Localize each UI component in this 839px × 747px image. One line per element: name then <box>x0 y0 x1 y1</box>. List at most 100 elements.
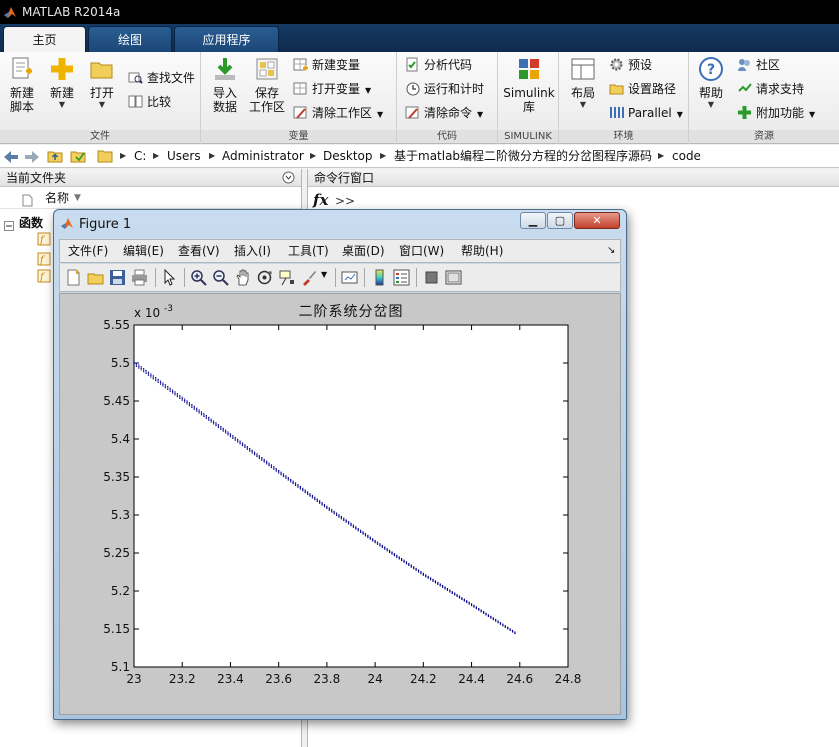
breadcrumb-item[interactable]: Administrator <box>222 145 304 167</box>
data-point <box>381 546 383 549</box>
print-icon[interactable] <box>131 269 148 286</box>
zoom-out-icon[interactable] <box>212 269 229 286</box>
add-ons-button[interactable]: 附加功能 ▼ <box>737 103 815 123</box>
clear-workspace-button[interactable]: 清除工作区 ▼ <box>293 103 383 123</box>
help-button[interactable]: ? 帮助 ▼ <box>693 56 729 110</box>
preferences-button[interactable]: 预设 <box>609 55 652 75</box>
data-point <box>237 441 239 443</box>
data-point <box>362 531 364 533</box>
menu-desktop[interactable]: 桌面(D) <box>342 240 385 262</box>
figure-canvas[interactable]: 23 23.2 23.4 23.6 23.8 24 24.2 24.4 24.6 24.8 5.1 5… <box>59 293 621 715</box>
request-support-button[interactable]: 请求支持 <box>737 79 804 99</box>
parallel-button[interactable]: Parallel ▼ <box>609 103 683 123</box>
breadcrumb-item[interactable]: Users <box>167 145 201 167</box>
data-point <box>454 592 456 594</box>
maximize-button[interactable]: ▢ <box>547 212 573 229</box>
new-script-button[interactable]: 新建 脚本 <box>4 56 40 114</box>
import-data-button[interactable]: 导入 数据 <box>205 56 245 114</box>
bifurcation-plot[interactable]: 23 23.2 23.4 23.6 23.8 24 24.2 24.4 24.6 24.85.15… <box>60 294 620 714</box>
layout-button[interactable]: 布局 ▼ <box>563 56 603 110</box>
data-cursor-icon[interactable] <box>278 269 295 286</box>
link-plot-icon[interactable] <box>341 269 358 286</box>
dock-arrow-icon[interactable]: ↘ <box>607 240 615 262</box>
toolbar-separator <box>364 268 365 287</box>
save-icon[interactable] <box>109 269 126 286</box>
function-file-icon[interactable]: f <box>37 232 51 249</box>
chevron-down-icon[interactable]: ▼ <box>321 270 327 279</box>
clear-commands-button[interactable]: 清除命令 ▼ <box>405 103 483 123</box>
tab-apps[interactable]: 应用程序 <box>174 26 279 52</box>
menu-insert[interactable]: 插入(I) <box>234 240 271 262</box>
hide-plot-tools-icon[interactable] <box>423 269 440 286</box>
fx-icon[interactable]: fx <box>313 191 328 209</box>
chevron-down-icon[interactable]: ▼ <box>377 110 383 119</box>
tab-plots[interactable]: 绘图 <box>88 26 172 52</box>
menu-help[interactable]: 帮助(H) <box>461 240 503 262</box>
forward-arrow-icon[interactable] <box>24 149 40 171</box>
data-point <box>335 512 338 514</box>
rotate-3d-icon[interactable] <box>256 269 273 286</box>
chevron-down-icon[interactable]: ▼ <box>677 110 683 119</box>
chevron-down-icon[interactable]: ▼ <box>809 110 815 119</box>
menu-tools[interactable]: 工具(T) <box>288 240 329 262</box>
data-point <box>439 583 441 585</box>
function-file-icon[interactable]: f <box>37 252 51 269</box>
menu-file[interactable]: 文件(F) <box>68 240 108 262</box>
show-plot-tools-icon[interactable] <box>445 269 462 286</box>
data-point <box>273 468 275 470</box>
data-point <box>150 376 152 378</box>
name-column-header[interactable]: 名称 ▼ <box>0 187 301 209</box>
colorbar-icon[interactable] <box>371 269 388 286</box>
breadcrumb-item[interactable]: code <box>672 145 701 167</box>
breadcrumb-item[interactable]: 基于matlab编程二阶微分方程的分岔图程序源码 <box>394 145 652 167</box>
breadcrumb-item[interactable]: C: <box>134 145 146 167</box>
data-point <box>249 449 251 451</box>
collapse-icon[interactable] <box>4 217 14 237</box>
chevron-down-icon[interactable]: ▼ <box>365 86 371 95</box>
open-button[interactable]: 打开 ▼ <box>84 56 120 110</box>
save-workspace-button[interactable]: 保存 工作区 <box>247 56 287 114</box>
data-point <box>299 488 301 490</box>
menu-window[interactable]: 窗口(W) <box>399 240 444 262</box>
new-variable-button[interactable]: 新建变量 <box>293 55 360 75</box>
breadcrumb-item[interactable]: Desktop <box>323 145 373 167</box>
find-files-button[interactable]: 查找文件 <box>128 68 195 88</box>
new-button[interactable]: 新建 ▼ <box>44 56 80 110</box>
function-file-icon[interactable]: f <box>37 269 51 286</box>
section-label-resources: 资源 <box>689 130 839 143</box>
pan-hand-icon[interactable] <box>234 269 251 286</box>
open-file-icon[interactable] <box>87 269 104 286</box>
up-folder-icon[interactable] <box>47 148 63 170</box>
functions-group-label: 函数 <box>19 216 44 230</box>
data-point <box>369 536 371 538</box>
community-button[interactable]: 社区 <box>737 55 780 75</box>
data-point <box>364 533 367 535</box>
analyze-code-label: 分析代码 <box>424 58 473 72</box>
back-arrow-icon[interactable] <box>3 149 19 171</box>
chevron-down-icon[interactable]: ▼ <box>477 110 483 119</box>
data-point <box>225 432 227 434</box>
data-point <box>294 484 297 486</box>
y-tick-label: 5.55 <box>103 318 130 332</box>
menu-edit[interactable]: 编辑(E) <box>123 240 164 262</box>
open-variable-button[interactable]: 打开变量 ▼ <box>293 79 371 99</box>
minimize-button[interactable]: ▁ <box>520 212 546 229</box>
tab-home[interactable]: 主页 <box>3 26 86 52</box>
figure-titlebar[interactable]: Figure 1 <box>60 214 131 236</box>
browse-folder-icon[interactable] <box>70 148 86 170</box>
data-point <box>210 421 212 423</box>
analyze-code-button[interactable]: 分析代码 <box>405 55 472 75</box>
brush-icon[interactable] <box>300 269 317 286</box>
ribbon-section-resources: ? 帮助 ▼ 社区 请求支持 附加功能 ▼ 资源 <box>689 52 839 144</box>
close-button[interactable]: ✕ <box>574 212 620 229</box>
run-and-time-button[interactable]: 运行和计时 <box>405 79 484 99</box>
menu-view[interactable]: 查看(V) <box>178 240 220 262</box>
figure-window[interactable]: Figure 1 ▁ ▢ ✕ 文件(F) 编辑(E) 查看(V) 插入(I) 工… <box>53 209 627 720</box>
legend-icon[interactable] <box>393 269 410 286</box>
set-path-button[interactable]: 设置路径 <box>609 79 676 99</box>
new-figure-icon[interactable] <box>65 269 82 286</box>
simulink-library-button[interactable]: Simulink 库 <box>502 56 556 114</box>
pointer-icon[interactable] <box>161 269 178 286</box>
zoom-in-icon[interactable] <box>190 269 207 286</box>
compare-button[interactable]: 比较 <box>128 92 171 112</box>
